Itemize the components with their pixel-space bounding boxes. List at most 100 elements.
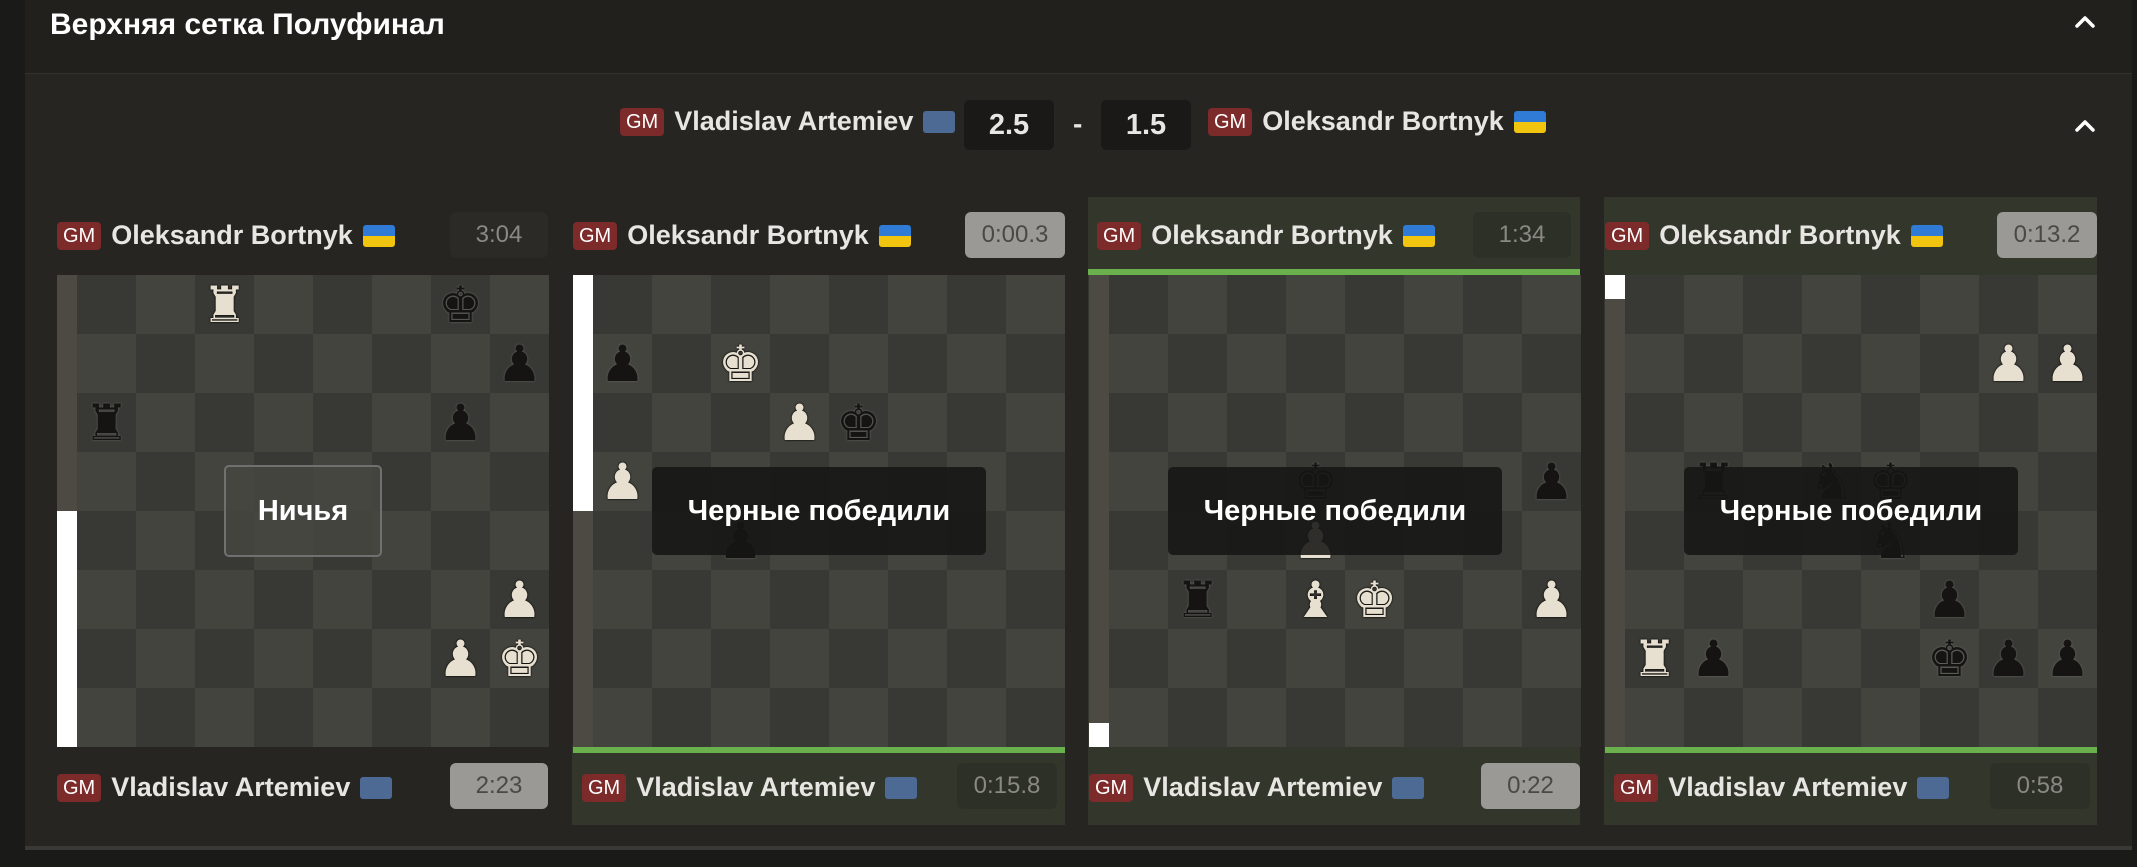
board-square[interactable]: ♟ — [593, 452, 652, 511]
board-square[interactable] — [593, 275, 652, 334]
board-square[interactable] — [1168, 334, 1227, 393]
board-square[interactable] — [1743, 334, 1802, 393]
board-square[interactable] — [1006, 511, 1065, 570]
board-square[interactable] — [1168, 629, 1227, 688]
board-square[interactable] — [372, 334, 431, 393]
chevron-up-icon[interactable] — [2074, 11, 2096, 33]
board-square[interactable] — [2038, 688, 2097, 747]
board-square[interactable] — [1404, 334, 1463, 393]
board-square[interactable] — [431, 688, 490, 747]
board-square[interactable] — [888, 334, 947, 393]
board-square[interactable] — [1522, 334, 1581, 393]
board-square[interactable]: ♜ — [1168, 570, 1227, 629]
board-square[interactable] — [195, 393, 254, 452]
board-square[interactable]: ♟ — [490, 570, 549, 629]
board-square[interactable] — [1286, 334, 1345, 393]
board-square[interactable] — [77, 570, 136, 629]
board-square[interactable]: ♚ — [1920, 629, 1979, 688]
board-square[interactable] — [711, 688, 770, 747]
board-square[interactable] — [1109, 334, 1168, 393]
board-square[interactable] — [1109, 393, 1168, 452]
board-square[interactable] — [1802, 688, 1861, 747]
board-square[interactable] — [431, 511, 490, 570]
board-square[interactable] — [1109, 275, 1168, 334]
board-square[interactable] — [1286, 393, 1345, 452]
board-square[interactable] — [947, 275, 1006, 334]
board-square[interactable] — [1522, 511, 1581, 570]
board-square[interactable] — [652, 629, 711, 688]
board-square[interactable]: ♟ — [2038, 629, 2097, 688]
board-square[interactable] — [1109, 570, 1168, 629]
board-square[interactable] — [652, 275, 711, 334]
board-square[interactable] — [1802, 629, 1861, 688]
board-square[interactable] — [372, 393, 431, 452]
board-square[interactable] — [947, 393, 1006, 452]
board-square[interactable] — [829, 570, 888, 629]
board-square[interactable] — [254, 275, 313, 334]
board-square[interactable]: ♟ — [431, 393, 490, 452]
board-square[interactable] — [1625, 393, 1684, 452]
board-square[interactable]: ♚ — [431, 275, 490, 334]
board-square[interactable] — [888, 570, 947, 629]
board-square[interactable] — [1625, 452, 1684, 511]
board-square[interactable] — [372, 275, 431, 334]
board-square[interactable] — [195, 570, 254, 629]
board-square[interactable] — [313, 688, 372, 747]
board-square[interactable]: ♟ — [1522, 570, 1581, 629]
board-square[interactable] — [254, 393, 313, 452]
board-square[interactable] — [770, 629, 829, 688]
board-square[interactable] — [1227, 275, 1286, 334]
board-square[interactable] — [1684, 570, 1743, 629]
board-square[interactable] — [1168, 275, 1227, 334]
board-square[interactable] — [136, 275, 195, 334]
board-square[interactable] — [1743, 393, 1802, 452]
board-square[interactable] — [593, 511, 652, 570]
board-square[interactable] — [1404, 393, 1463, 452]
board-square[interactable]: ♟ — [770, 393, 829, 452]
board-square[interactable] — [1522, 629, 1581, 688]
board-square[interactable] — [1006, 275, 1065, 334]
board-square[interactable] — [136, 511, 195, 570]
board-square[interactable] — [1684, 393, 1743, 452]
board-square[interactable] — [77, 511, 136, 570]
board-square[interactable] — [593, 393, 652, 452]
board-square[interactable] — [947, 570, 1006, 629]
player-name[interactable]: Vladislav Artemiev — [674, 106, 913, 137]
board-square[interactable] — [77, 334, 136, 393]
board-square[interactable] — [490, 452, 549, 511]
board-square[interactable] — [1109, 688, 1168, 747]
board-square[interactable] — [1920, 393, 1979, 452]
chevron-up-icon[interactable] — [2074, 115, 2096, 137]
board-square[interactable] — [2038, 570, 2097, 629]
board-square[interactable] — [1404, 275, 1463, 334]
board-square[interactable] — [1802, 275, 1861, 334]
board-square[interactable] — [770, 570, 829, 629]
board-square[interactable] — [1227, 393, 1286, 452]
board-square[interactable] — [593, 570, 652, 629]
board-square[interactable] — [829, 334, 888, 393]
board-square[interactable] — [829, 688, 888, 747]
board-square[interactable]: ♟ — [1979, 629, 2038, 688]
board-square[interactable] — [947, 334, 1006, 393]
board-square[interactable] — [1463, 688, 1522, 747]
board-square[interactable] — [1286, 688, 1345, 747]
section-header[interactable]: Верхняя сетка Полуфинал — [25, 0, 2132, 74]
board-square[interactable] — [888, 629, 947, 688]
board-square[interactable] — [1861, 334, 1920, 393]
board-square[interactable] — [1006, 452, 1065, 511]
board-square[interactable] — [1861, 629, 1920, 688]
board-square[interactable] — [77, 452, 136, 511]
board-square[interactable] — [1006, 570, 1065, 629]
board-square[interactable] — [947, 629, 1006, 688]
board-square[interactable] — [1463, 570, 1522, 629]
board-square[interactable] — [711, 393, 770, 452]
board-square[interactable] — [1625, 688, 1684, 747]
board-square[interactable] — [490, 275, 549, 334]
board-square[interactable]: ♚ — [1345, 570, 1404, 629]
board-square[interactable] — [1979, 393, 2038, 452]
board-square[interactable] — [711, 275, 770, 334]
board-square[interactable] — [1861, 570, 1920, 629]
board-square[interactable] — [1979, 688, 2038, 747]
board-square[interactable] — [2038, 393, 2097, 452]
board-square[interactable] — [1920, 688, 1979, 747]
